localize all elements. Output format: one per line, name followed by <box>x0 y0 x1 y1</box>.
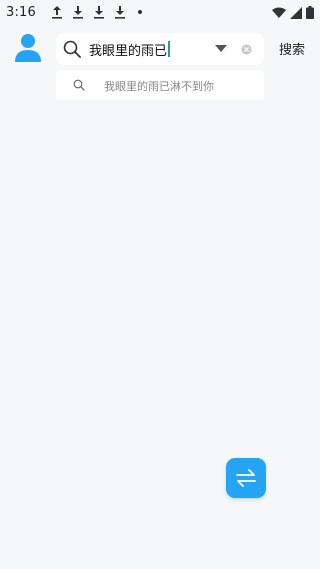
suggestion-item[interactable]: 我眼里的雨已淋不到你 <box>56 70 264 100</box>
text-caret <box>168 41 170 57</box>
search-icon <box>73 79 85 91</box>
status-bar: 3:16 <box>0 0 320 24</box>
swap-button[interactable] <box>226 458 266 498</box>
clear-icon[interactable] <box>241 44 252 55</box>
suggestion-list: 我眼里的雨已淋不到你 <box>56 70 264 100</box>
search-button[interactable]: 搜索 <box>279 39 305 58</box>
dot-icon <box>138 10 142 14</box>
download-icon <box>113 4 127 20</box>
user-icon <box>15 34 41 62</box>
search-icon <box>63 40 81 58</box>
search-input-value: 我眼里的雨已 <box>89 43 168 59</box>
swap-arrows-icon <box>236 469 256 487</box>
download-icon <box>71 4 85 20</box>
triangle-down-icon[interactable] <box>215 45 227 53</box>
battery-icon <box>306 4 314 23</box>
search-input[interactable]: 我眼里的雨已 <box>89 40 219 59</box>
suggestion-text: 我眼里的雨已淋不到你 <box>104 80 214 93</box>
wifi-icon <box>272 4 286 23</box>
upload-icon <box>50 4 64 20</box>
status-time: 3:16 <box>6 4 36 20</box>
user-avatar-button[interactable] <box>14 33 42 63</box>
status-right <box>272 4 314 23</box>
download-icon <box>92 4 106 20</box>
search-box[interactable]: 我眼里的雨已 <box>56 33 264 65</box>
signal-icon <box>290 4 302 23</box>
